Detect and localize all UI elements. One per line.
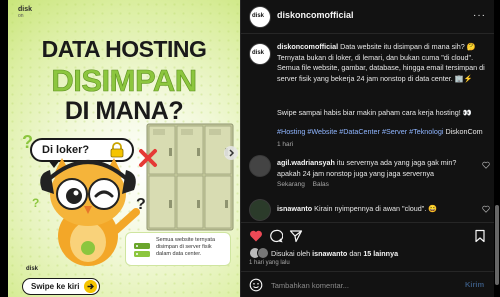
swipe-label: Swipe ke kiri	[31, 282, 80, 291]
info-card: Semua website ternyata disimpan di serve…	[125, 232, 231, 266]
reply-button[interactable]: Balas	[313, 181, 329, 188]
caption-mention: DiskonCom	[445, 127, 483, 136]
comment-input[interactable]	[271, 279, 451, 291]
post-timestamp: 1 hari yang lalu	[249, 260, 290, 266]
hashtag-links[interactable]: #Hosting #Website #DataCenter #Server #T…	[277, 127, 443, 136]
comment: agil.wadriansyah itu servernya ada yang …	[277, 158, 477, 179]
comment-meta: Sekarang Balas	[277, 181, 329, 188]
post-media[interactable]: disk on DATA HOSTING DISIMPAN DI MANA? ? …	[8, 0, 240, 297]
swipe-chip: Swipe ke kiri	[22, 278, 100, 295]
instagram-post-modal: disk on DATA HOSTING DISIMPAN DI MANA? ? …	[0, 0, 500, 297]
caption-paragraph-2: Swipe sampai habis biar makin paham cara…	[277, 108, 472, 117]
liker-avatar	[257, 247, 269, 259]
caption-hashtags: #Hosting #Website #DataCenter #Server #T…	[277, 127, 489, 136]
comment-text: Kirain nyimpennya di awan "cloud". 😄	[314, 204, 438, 213]
media-headline-2: DISIMPAN	[51, 63, 197, 99]
caption-username[interactable]: diskoncomofficial	[277, 42, 338, 51]
next-slide-button[interactable]	[224, 146, 238, 160]
bookmark-icon[interactable]	[473, 229, 487, 243]
comment-like-heart-icon[interactable]	[482, 161, 490, 169]
commenter-avatar[interactable]	[249, 199, 271, 221]
comment-username[interactable]: isnawanto	[277, 204, 312, 213]
share-icon[interactable]	[289, 229, 303, 243]
left-backdrop	[0, 0, 8, 297]
likes-summary[interactable]: Disukai oleh isnawanto dan 15 lainnya	[271, 249, 398, 258]
comment-like-heart-icon[interactable]	[482, 205, 490, 213]
media-headline-1: DATA HOSTING	[41, 36, 207, 62]
chevron-right-icon	[229, 149, 235, 157]
right-backdrop	[494, 0, 500, 297]
comment-icon[interactable]	[269, 229, 283, 243]
liker-username[interactable]: isnawanto	[312, 249, 347, 258]
media-logo: disk on	[18, 6, 33, 19]
caption-author-avatar[interactable]: disk	[249, 43, 271, 65]
comment-time: Sekarang	[277, 181, 305, 188]
author-avatar[interactable]: disk	[249, 6, 271, 28]
emoji-icon[interactable]	[249, 278, 263, 292]
server-icon	[134, 243, 150, 257]
like-heart-icon[interactable]	[249, 229, 263, 243]
post-comment-button[interactable]: Kirim	[465, 280, 484, 289]
more-options-icon[interactable]: ···	[473, 10, 486, 21]
page-scrollbar[interactable]	[495, 205, 499, 285]
comment-username[interactable]: agil.wadriansyah	[277, 158, 335, 167]
media-brand: disk	[26, 266, 39, 272]
post-header: disk diskoncomofficial ···	[241, 0, 495, 34]
comment: isnawanto Kirain nyimpennya di awan "clo…	[277, 204, 477, 213]
action-bar	[241, 222, 495, 244]
post-details-panel: disk diskoncomofficial ··· disk diskonco…	[240, 0, 495, 297]
caption-age: 1 hari	[277, 141, 294, 148]
arrow-right-icon	[84, 280, 97, 293]
author-username[interactable]: diskoncomofficial	[277, 10, 354, 20]
locker-cabinet-illustration	[146, 123, 234, 231]
commenter-avatar[interactable]	[249, 155, 271, 177]
info-card-text: Semua website ternyata disimpan di serve…	[156, 237, 216, 257]
add-comment-bar: Kirim	[241, 271, 495, 297]
likes-others-link[interactable]: 15 lainnya	[363, 249, 398, 258]
post-caption: diskoncomofficial Data website itu disim…	[277, 42, 489, 84]
